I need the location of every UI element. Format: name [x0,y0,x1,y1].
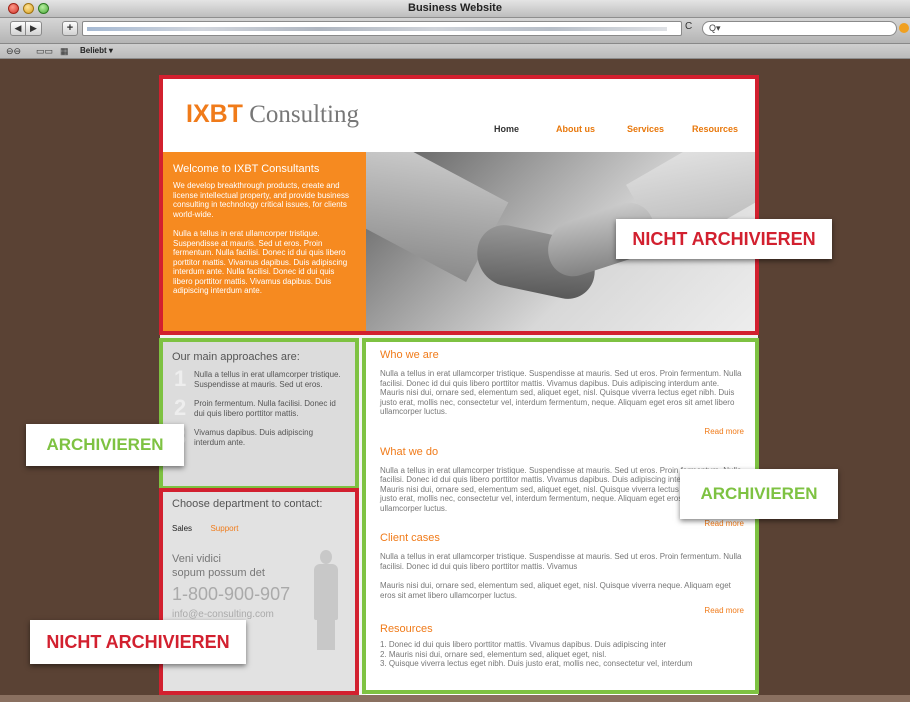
web-page: IXBT Consulting Home About us Services R… [160,76,758,696]
rss-icon[interactable] [899,23,909,33]
section-body: Nulla a tellus in erat ullamcorper trist… [380,552,742,571]
bookmarks-book-icon[interactable]: ▭▭ [36,46,53,57]
section-title: Resources [380,623,433,635]
resource-item[interactable]: 1. Donec id dui quis libero porttitor ma… [380,640,744,650]
welcome-title: Welcome to IXBT Consultants [173,163,320,175]
do-not-archive-label-bottom: NICHT ARCHIVIEREN [30,620,246,664]
approach-item: 1 Nulla a tellus in erat ullamcorper tri… [172,366,344,391]
bookmarks-bar: ⊖⊖ ▭▭ ▦ Beliebt ▾ [0,44,910,59]
back-button[interactable]: ◀ [10,21,26,36]
window-titlebar: Business Website [0,0,910,18]
section-resources: Resources 1. Donec id dui quis libero po… [380,623,744,669]
section-body-2: Mauris nisi dui, ornare sed, elementum s… [380,581,731,600]
blurred-url [87,27,667,31]
search-field[interactable]: Q▾ [702,21,897,36]
welcome-body: Nulla a tellus in erat ullamcorper trist… [173,229,348,295]
approach-number: 1 [174,366,187,391]
bookmark-folder-beliebt[interactable]: Beliebt ▾ [80,46,113,55]
approach-text: Proin fermentum. Nulla facilisi. Donec i… [194,399,336,418]
top-sites-grid-icon[interactable]: ▦ [60,46,69,57]
approach-text: Nulla a tellus in erat ullamcorper trist… [194,370,341,389]
section-title: What we do [380,445,439,458]
approaches-title: Our main approaches are: [172,351,300,363]
read-more-link[interactable]: Read more [380,519,744,528]
approaches-box: Our main approaches are: 1 Nulla a tellu… [160,340,356,488]
approach-item: 3 Vivamus dapibus. Duis adipiscing inter… [172,426,344,448]
archive-label-right: ARCHIVIEREN [680,469,838,519]
archive-label-left: ARCHIVIEREN [26,424,184,466]
nav-services[interactable]: Services [627,124,664,134]
welcome-panel: Welcome to IXBT Consultants We develop b… [160,152,366,334]
section-body: Nulla a tellus in erat ullamcorper trist… [380,369,742,416]
reload-icon[interactable]: C [685,21,697,36]
site-logo[interactable]: IXBT Consulting [186,100,359,129]
address-bar[interactable] [82,21,682,36]
section-who-we-are: Who we are Nulla a tellus in erat ullamc… [380,349,744,436]
approach-number: 2 [174,395,187,420]
contact-title: Choose department to contact: [172,498,323,510]
person-silhouette-icon [312,550,340,650]
section-client-cases: Client cases Nulla a tellus in erat ulla… [380,532,744,615]
nav-about-us[interactable]: About us [556,124,595,134]
browser-toolbar: ◀ ▶ + C Q▾ [0,18,910,44]
tab-sales[interactable]: Sales [172,524,192,533]
resource-item[interactable]: 3. Quisque viverra lectus eget nibh. Dui… [380,659,744,669]
read-more-link[interactable]: Read more [380,427,744,436]
tab-support[interactable]: Support [210,524,238,533]
approach-item: 2 Proin fermentum. Nulla facilisi. Donec… [172,395,344,420]
section-title: Who we are [380,349,439,361]
nav-resources[interactable]: Resources [692,124,738,134]
site-header: IXBT Consulting Home About us Services R… [160,76,758,152]
section-title: Client cases [380,532,440,544]
add-bookmark-button[interactable]: + [62,21,78,36]
do-not-archive-label-top: NICHT ARCHIVIEREN [616,219,832,259]
nav-home[interactable]: Home [494,124,519,134]
welcome-intro: We develop breakthrough products, create… [173,181,349,219]
approach-text: Vivamus dapibus. Duis adipiscing interdu… [194,428,314,447]
contact-box: Choose department to contact: Sales Supp… [160,490,356,696]
window-bottom-edge [0,695,910,702]
window-title: Business Website [408,2,502,14]
reader-icon[interactable]: ⊖⊖ [6,46,21,57]
read-more-link[interactable]: Read more [380,606,744,615]
resource-item[interactable]: 2. Mauris nisi dui, ornare sed, elementu… [380,650,744,660]
forward-button[interactable]: ▶ [26,21,42,36]
